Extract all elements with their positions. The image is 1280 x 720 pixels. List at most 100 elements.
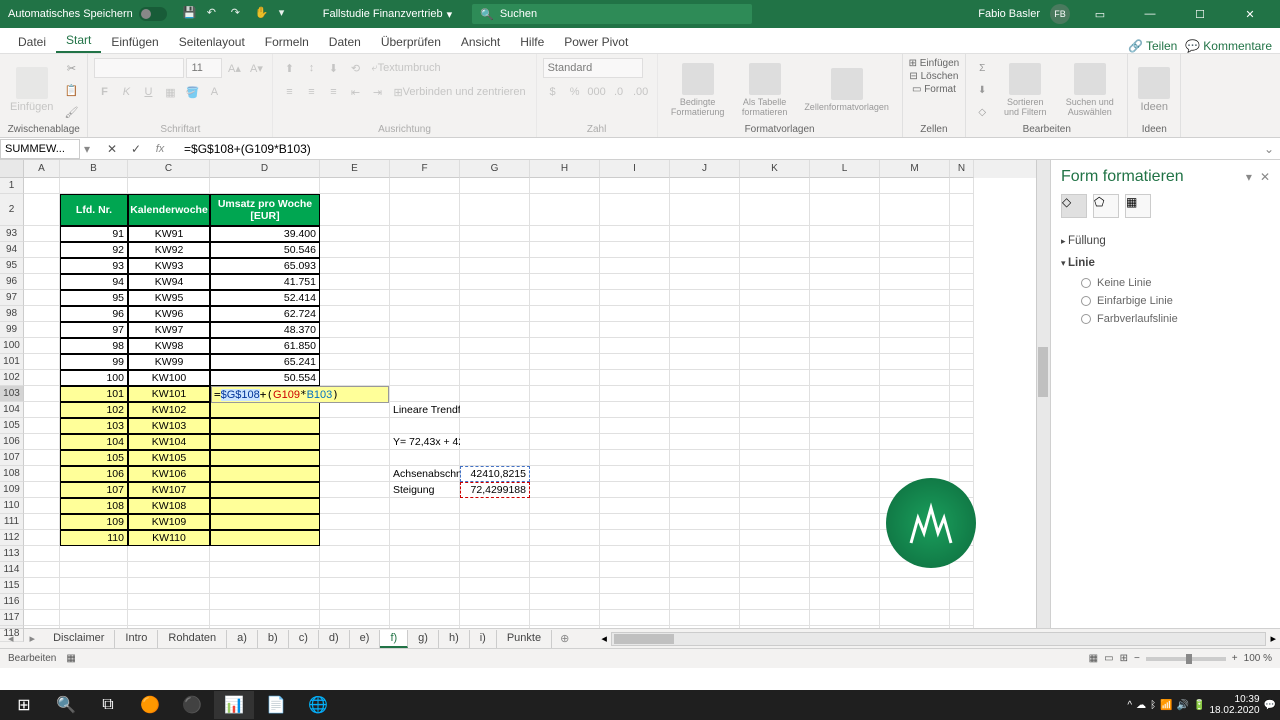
- cell-E107[interactable]: [320, 450, 390, 466]
- cell-G108[interactable]: 42410,8215: [460, 466, 530, 482]
- cell-C2[interactable]: Kalenderwoche: [128, 194, 210, 226]
- row-header[interactable]: 2: [0, 194, 24, 226]
- app-1-icon[interactable]: 🟠: [130, 691, 170, 719]
- cell-G94[interactable]: [460, 242, 530, 258]
- align-right-icon[interactable]: ≡: [323, 82, 343, 102]
- cell-B114[interactable]: [60, 562, 128, 578]
- sheet-tab-a)[interactable]: a): [227, 630, 258, 648]
- tab-file[interactable]: Datei: [8, 31, 56, 53]
- cell-H111[interactable]: [530, 514, 600, 530]
- cell-A106[interactable]: [24, 434, 60, 450]
- row-header[interactable]: 108: [0, 466, 24, 482]
- cell-A98[interactable]: [24, 306, 60, 322]
- cell-D101[interactable]: 65.241: [210, 354, 320, 370]
- cell-K103[interactable]: [740, 386, 810, 402]
- cell-G101[interactable]: [460, 354, 530, 370]
- cell-C112[interactable]: KW110: [128, 530, 210, 546]
- cell-N94[interactable]: [950, 242, 974, 258]
- cell-I93[interactable]: [600, 226, 670, 242]
- cancel-formula-icon[interactable]: ✕: [102, 139, 122, 159]
- tray-battery-icon[interactable]: 🔋: [1193, 700, 1205, 711]
- cell-G97[interactable]: [460, 290, 530, 306]
- tab-powerpivot[interactable]: Power Pivot: [554, 31, 638, 53]
- cell-B110[interactable]: 108: [60, 498, 128, 514]
- cell-E99[interactable]: [320, 322, 390, 338]
- row-header[interactable]: 94: [0, 242, 24, 258]
- cell-E109[interactable]: [320, 482, 390, 498]
- expand-formula-icon[interactable]: ⌄: [1258, 142, 1280, 156]
- cell-I109[interactable]: [600, 482, 670, 498]
- cell-K108[interactable]: [740, 466, 810, 482]
- cell-J99[interactable]: [670, 322, 740, 338]
- cell-M100[interactable]: [880, 338, 950, 354]
- cell-H93[interactable]: [530, 226, 600, 242]
- tab-layout[interactable]: Seitenlayout: [169, 31, 255, 53]
- view-pagebreak-icon[interactable]: ⊞: [1120, 653, 1128, 664]
- notifications-icon[interactable]: 💬: [1264, 700, 1276, 711]
- sheet-tab-Rohdaten[interactable]: Rohdaten: [158, 630, 227, 648]
- cell-G110[interactable]: [460, 498, 530, 514]
- cell-D98[interactable]: 62.724: [210, 306, 320, 322]
- cell-E110[interactable]: [320, 498, 390, 514]
- row-header[interactable]: 113: [0, 546, 24, 562]
- tab-help[interactable]: Hilfe: [510, 31, 554, 53]
- cell-C108[interactable]: KW106: [128, 466, 210, 482]
- row-header[interactable]: 110: [0, 498, 24, 514]
- align-left-icon[interactable]: ≡: [279, 82, 299, 102]
- cell-K110[interactable]: [740, 498, 810, 514]
- cell-E106[interactable]: [320, 434, 390, 450]
- col-header-H[interactable]: H: [530, 160, 600, 178]
- cell-A101[interactable]: [24, 354, 60, 370]
- cell-K101[interactable]: [740, 354, 810, 370]
- tab-data[interactable]: Daten: [319, 31, 371, 53]
- find-select-button[interactable]: Suchen und Auswählen: [1058, 61, 1121, 119]
- cell-N98[interactable]: [950, 306, 974, 322]
- cell-H116[interactable]: [530, 594, 600, 610]
- cell-M105[interactable]: [880, 418, 950, 434]
- cell-D112[interactable]: [210, 530, 320, 546]
- cell-F118[interactable]: [390, 626, 460, 628]
- cell-E96[interactable]: [320, 274, 390, 290]
- cell-D104[interactable]: [210, 402, 320, 418]
- cell-N1[interactable]: [950, 178, 974, 194]
- cell-J104[interactable]: [670, 402, 740, 418]
- cell-I110[interactable]: [600, 498, 670, 514]
- cell-B95[interactable]: 93: [60, 258, 128, 274]
- row-header[interactable]: 99: [0, 322, 24, 338]
- cell-K113[interactable]: [740, 546, 810, 562]
- cell-J93[interactable]: [670, 226, 740, 242]
- align-middle-icon[interactable]: ↕: [301, 58, 321, 78]
- cell-C115[interactable]: [128, 578, 210, 594]
- cell-N105[interactable]: [950, 418, 974, 434]
- cell-A94[interactable]: [24, 242, 60, 258]
- cell-M2[interactable]: [880, 194, 950, 226]
- cell-B111[interactable]: 109: [60, 514, 128, 530]
- cell-D94[interactable]: 50.546: [210, 242, 320, 258]
- cell-N100[interactable]: [950, 338, 974, 354]
- cell-K94[interactable]: [740, 242, 810, 258]
- user-avatar[interactable]: FB: [1050, 4, 1070, 24]
- cell-I118[interactable]: [600, 626, 670, 628]
- row-header[interactable]: 107: [0, 450, 24, 466]
- cell-E94[interactable]: [320, 242, 390, 258]
- tray-bluetooth-icon[interactable]: ᛒ: [1150, 700, 1156, 711]
- comma-icon[interactable]: 000: [587, 82, 607, 102]
- cell-G2[interactable]: [460, 194, 530, 226]
- cell-B106[interactable]: 104: [60, 434, 128, 450]
- cell-G1[interactable]: [460, 178, 530, 194]
- cell-G107[interactable]: [460, 450, 530, 466]
- size-tab-icon[interactable]: ▦: [1125, 194, 1151, 218]
- cell-B113[interactable]: [60, 546, 128, 562]
- italic-icon[interactable]: K: [116, 82, 136, 102]
- cell-A104[interactable]: [24, 402, 60, 418]
- row-header[interactable]: 1: [0, 178, 24, 194]
- row-header[interactable]: 112: [0, 530, 24, 546]
- cell-C94[interactable]: KW92: [128, 242, 210, 258]
- cell-A109[interactable]: [24, 482, 60, 498]
- cell-G106[interactable]: [460, 434, 530, 450]
- cell-M95[interactable]: [880, 258, 950, 274]
- cell-K1[interactable]: [740, 178, 810, 194]
- cell-I117[interactable]: [600, 610, 670, 626]
- minimize-icon[interactable]: —: [1130, 0, 1170, 28]
- cell-J118[interactable]: [670, 626, 740, 628]
